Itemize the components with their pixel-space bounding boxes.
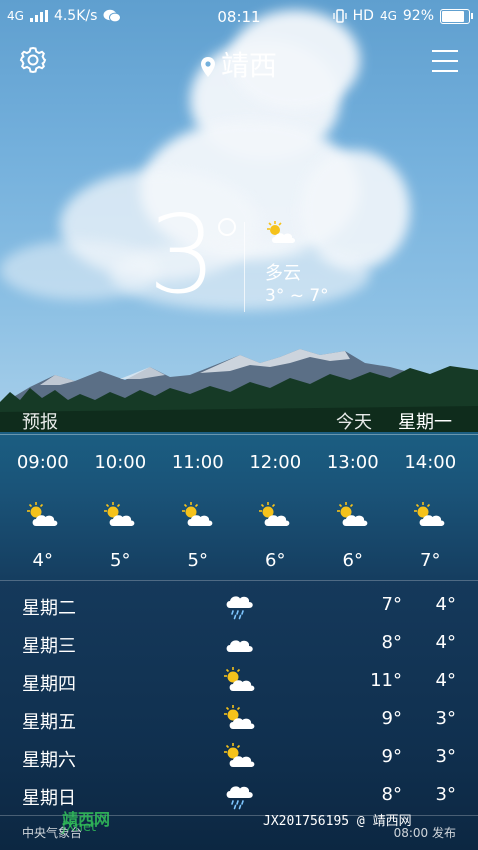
daily-forecast: 星期二 7° 4° 星期三 8° 4° 星期四 11° 4° 星期五 9° 3°… [0,590,478,818]
day-low: 4° [435,632,456,653]
current-temp-range: 3° ~ 7° [265,286,329,306]
forecast-divider [0,434,478,435]
cloudy-icon [222,628,258,661]
hour-temp: 5° [187,550,208,571]
partly-cloudy-icon [222,704,258,737]
hourly-item: 09:00 4° [4,452,82,571]
daily-row: 星期五 9° 3° [0,704,478,742]
hourly-item: 12:00 6° [237,452,315,571]
hour-temp: 6° [342,550,363,571]
partly-cloudy-icon [267,221,295,243]
rain-icon [222,780,258,815]
day-name: 星期二 [22,598,76,619]
partly-cloudy-icon [180,490,216,540]
day-high: 7° [381,594,402,615]
day-high: 8° [381,784,402,805]
menu-icon[interactable] [432,50,458,72]
day-high: 9° [381,708,402,729]
hour-time: 11:00 [171,452,224,473]
tab-today[interactable]: 今天 [336,408,372,434]
day-low: 3° [435,784,456,805]
day-low: 4° [435,670,456,691]
hour-time: 13:00 [326,452,379,473]
current-divider [244,222,245,312]
hour-time: 12:00 [249,452,302,473]
day-low: 4° [435,594,456,615]
city-name: 靖西 [220,49,277,82]
day-name: 星期六 [22,750,76,771]
city-selector[interactable]: 靖西 [0,44,478,84]
status-bar: 4G 4.5K/s 08:11 HD 4G 92% [0,0,478,34]
daily-row: 星期三 8° 4° [0,628,478,666]
day-name: 星期三 [22,636,76,657]
daily-row: 星期六 9° 3° [0,742,478,780]
hourly-item: 13:00 6° [314,452,392,571]
battery-icon [440,8,473,24]
day-high: 11° [370,670,402,691]
partly-cloudy-icon [102,490,138,540]
partly-cloudy-icon [222,666,258,699]
partly-cloudy-icon [257,490,293,540]
watermark-text: JX201756195 @ 靖西网 [263,814,412,829]
hourly-item: 11:00 5° [159,452,237,571]
day-high: 9° [381,746,402,767]
hour-temp: 6° [265,550,286,571]
day-name: 星期四 [22,674,76,695]
hourly-forecast: 09:00 4° 10:00 5° 11:00 5° 12:00 6° 13:0… [0,452,478,571]
day-low: 3° [435,746,456,767]
partly-cloudy-icon [335,490,371,540]
rain-icon [222,590,258,625]
hd-indicator: HD [352,8,374,24]
partly-cloudy-icon [412,490,448,540]
partly-cloudy-icon [25,490,61,540]
daily-row: 星期四 11° 4° [0,666,478,704]
hour-time: 09:00 [16,452,69,473]
location-pin-icon [200,57,215,77]
degree-symbol [218,218,236,236]
day-low: 3° [435,708,456,729]
vibrate-icon [332,9,347,23]
hour-time: 10:00 [94,452,147,473]
watermark-logo-url: JXnet [62,820,97,835]
day-high: 8° [381,632,402,653]
hour-temp: 7° [420,550,441,571]
partly-cloudy-icon [222,742,258,775]
hourly-item: 14:00 7° [392,452,470,571]
hourly-divider [0,580,478,581]
daily-row: 星期二 7° 4° [0,590,478,628]
current-temperature: 3 [148,193,217,318]
hour-temp: 5° [110,550,131,571]
hour-time: 14:00 [404,452,457,473]
forecast-label: 预报 [22,412,58,433]
tab-weekday[interactable]: 星期一 [398,408,452,434]
hour-temp: 4° [32,550,53,571]
publish-time: 08:00 发布 [393,826,456,840]
network-type-2: 4G [379,9,397,23]
battery-percent: 92% [402,8,434,24]
hourly-item: 10:00 5° [82,452,160,571]
current-condition: 多云 [265,263,301,284]
day-name: 星期五 [22,712,76,733]
